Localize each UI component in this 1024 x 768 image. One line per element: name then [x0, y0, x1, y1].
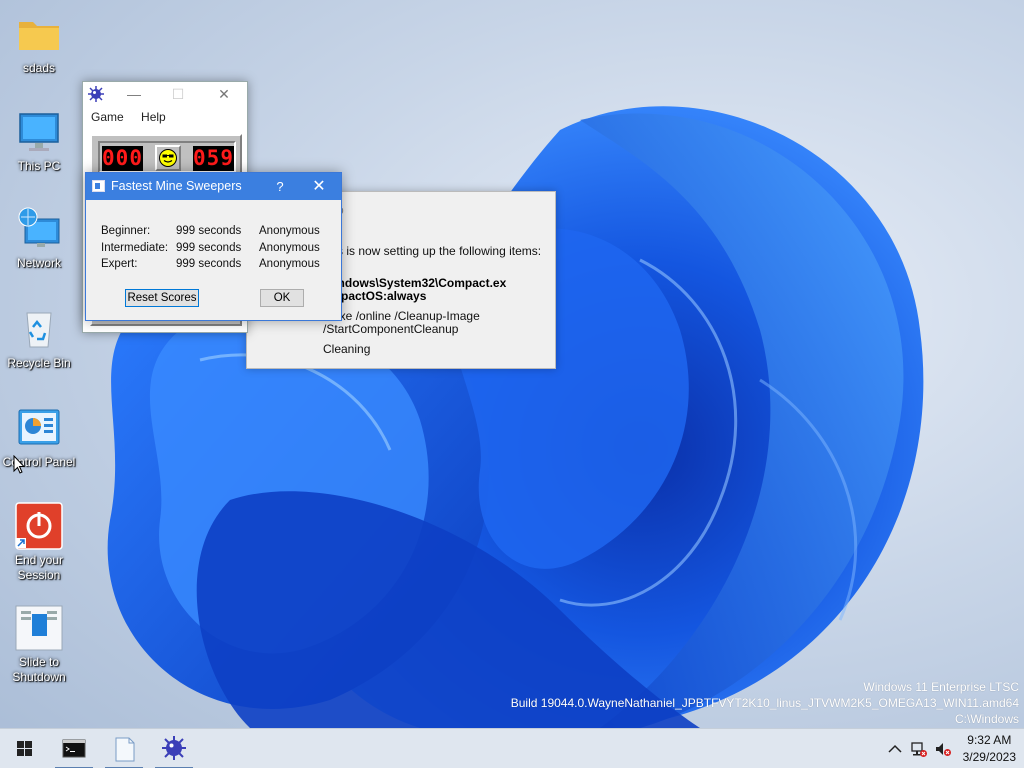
menu-help[interactable]: Help — [141, 110, 166, 124]
mine-counter: 000 — [102, 146, 143, 171]
level-label: Expert: — [101, 258, 138, 271]
slide-shutdown-icon — [15, 604, 63, 652]
table-row: Beginner: 999 seconds Anonymous — [101, 223, 320, 240]
volume-muted-icon[interactable] — [934, 740, 952, 758]
maximize-button[interactable]: ☐ — [165, 85, 191, 103]
scores-table: Beginner: 999 seconds Anonymous Intermed… — [101, 223, 320, 273]
watermark-edition: Windows 11 Enterprise LTSC — [863, 680, 1019, 694]
terminal-icon — [62, 739, 86, 758]
desktop-icon-label: Recycle Bin — [7, 356, 71, 370]
player-name: Anonymous — [259, 241, 320, 254]
start-button[interactable] — [4, 729, 44, 768]
taskbar-terminal[interactable] — [55, 729, 93, 768]
table-row: Expert: 999 seconds Anonymous — [101, 256, 320, 273]
desktop-icon-label: Network — [16, 256, 61, 270]
watermark-build: Build 19044.0.WayneNathaniel_JPBTFVYT2K1… — [510, 696, 1019, 710]
help-button[interactable]: ? — [270, 173, 290, 200]
table-row: Intermediate: 999 seconds Anonymous — [101, 240, 320, 257]
desktop-icon-this-pc[interactable]: This PC — [2, 108, 76, 174]
time-value: 999 seconds — [176, 241, 242, 254]
desktop-icon-sdads[interactable]: sdads — [2, 10, 76, 76]
scores-titlebar[interactable]: Fastest Mine Sweepers ? ✕ — [86, 173, 341, 200]
close-button[interactable]: ✕ — [211, 85, 237, 103]
minimize-button[interactable]: — — [121, 85, 147, 103]
windows-build-watermark: Windows 11 Enterprise LTSC Build 19044.0… — [511, 679, 1019, 727]
minesweeper-titlebar[interactable]: — ☐ ✕ — [83, 82, 247, 106]
reset-scores-button[interactable]: Reset Scores — [125, 289, 199, 307]
cool-smiley-icon[interactable] — [155, 145, 181, 171]
fastest-mine-sweepers-dialog[interactable]: Fastest Mine Sweepers ? ✕ Beginner: 999 … — [85, 172, 342, 321]
network-globe-icon — [15, 205, 63, 253]
clock-time: 9:32 AM — [967, 733, 1012, 747]
desktop-icon-label: End your Session — [14, 553, 64, 582]
time-value: 999 seconds — [176, 258, 242, 271]
minesweeper-status-panel: 000 059 — [98, 141, 236, 173]
taskbar-clock[interactable]: 9:32 AM 3/29/2023 — [963, 732, 1016, 766]
watermark-path: C:\Windows — [954, 712, 1019, 726]
cleanup-command-2: n.exe /online /Cleanup-Image /StartCompo… — [323, 309, 480, 336]
cleanup-command-1: Windows\System32\Compact.ex ompactOS:alw… — [323, 276, 507, 303]
clock-date: 3/29/2023 — [962, 750, 1016, 764]
desktop-icon-label: Slide to Shutdown — [12, 655, 66, 684]
time-value: 999 seconds — [176, 225, 242, 238]
monitor-icon — [15, 108, 63, 156]
desktop-icon-label: sdads — [22, 61, 56, 75]
level-label: Intermediate: — [101, 241, 169, 254]
notepad-icon — [115, 737, 135, 762]
menu-game[interactable]: Game — [91, 110, 124, 124]
dialog-app-icon — [92, 180, 105, 192]
player-name: Anonymous — [259, 225, 320, 238]
mouse-cursor-icon — [13, 455, 25, 474]
dialog-title: Fastest Mine Sweepers — [111, 179, 242, 193]
desktop-icon-end-session[interactable]: End your Session — [2, 502, 76, 583]
level-label: Beginner: — [101, 225, 151, 238]
chevron-up-icon[interactable] — [886, 740, 904, 758]
cleanup-intro-text: s is now setting up the following items: — [337, 244, 542, 258]
player-name: Anonymous — [259, 258, 320, 271]
close-button[interactable]: ✕ — [308, 173, 330, 200]
minesweeper-menubar: Game Help — [83, 106, 247, 128]
ok-button[interactable]: OK — [260, 289, 304, 307]
desktop-icon-label: This PC — [17, 159, 61, 173]
taskbar-minesweeper[interactable] — [155, 729, 193, 768]
power-icon — [15, 502, 63, 550]
control-panel-icon — [15, 404, 63, 452]
cleanup-status: Cleaning — [323, 342, 371, 356]
minesweeper-app-icon — [88, 86, 104, 105]
taskbar: 9:32 AM 3/29/2023 — [0, 728, 1024, 768]
network-icon[interactable] — [910, 740, 928, 758]
desktop-icon-slide-shutdown[interactable]: Slide to Shutdown — [2, 604, 76, 685]
minesweeper-icon — [162, 736, 186, 760]
start-icon — [17, 741, 32, 756]
folder-icon — [15, 10, 63, 58]
recycle-bin-icon — [15, 305, 63, 353]
taskbar-notepad[interactable] — [105, 729, 143, 768]
desktop-icon-network[interactable]: Network — [2, 205, 76, 271]
timer-counter: 059 — [193, 146, 234, 171]
desktop-icon-recycle-bin[interactable]: Recycle Bin — [2, 305, 76, 371]
